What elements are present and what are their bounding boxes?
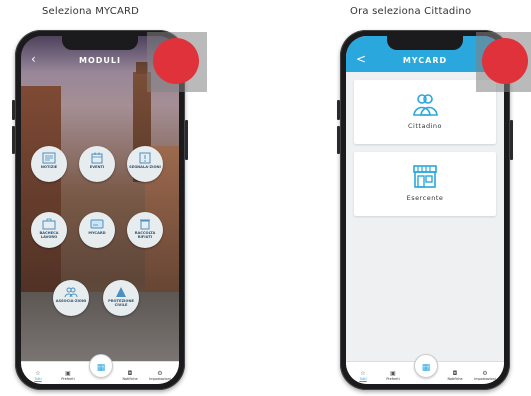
phone-mycard: < MYCARD Cittadino Esercente ☆ Tutti ▣ P… bbox=[337, 30, 531, 390]
module-label: ASSOCIA-ZIONI bbox=[55, 299, 87, 303]
module-label: SEGNALA-ZIONI bbox=[129, 165, 161, 169]
module-label: PROTEZIONE CIVILE bbox=[108, 299, 134, 308]
module-associazioni[interactable]: ASSOCIA-ZIONI bbox=[53, 280, 89, 316]
job-board-icon bbox=[42, 218, 56, 230]
module-label: NOTIZIE bbox=[40, 165, 58, 169]
grid-icon: ▦ bbox=[96, 363, 106, 373]
option-esercente[interactable]: Esercente bbox=[354, 152, 496, 216]
module-bacheca-lavoro[interactable]: BACHECA LAVORO bbox=[31, 212, 67, 248]
tab-preferiti[interactable]: ▣ Preferiti bbox=[380, 370, 406, 381]
module-notizie[interactable]: NOTIZIE bbox=[31, 146, 67, 182]
tap-marker-highlight bbox=[476, 32, 531, 92]
star-icon: ☆ bbox=[360, 370, 366, 377]
calendar-icon bbox=[91, 152, 103, 164]
tab-notifiche[interactable]: ◘ Notifiche bbox=[117, 370, 143, 381]
tab-impostazioni[interactable]: ⚙ Impostazioni bbox=[147, 370, 173, 381]
red-tap-dot bbox=[482, 38, 528, 84]
notification-icon: ◘ bbox=[452, 370, 458, 377]
home-grid-button[interactable]: ▦ bbox=[89, 354, 113, 378]
settings-icon: ⚙ bbox=[157, 370, 163, 377]
tab-tutti[interactable]: ☆ Tutti bbox=[25, 370, 51, 381]
module-eventi[interactable]: EVENTI bbox=[79, 146, 115, 182]
tab-notifiche[interactable]: ◘ Notifiche bbox=[442, 370, 468, 381]
red-tap-dot bbox=[153, 38, 199, 84]
bottom-tab-bar: ☆ Tutti ▣ Preferiti ▦ ◘ Notifiche ⚙ Impo… bbox=[346, 354, 504, 384]
step-2-caption: Ora seleziona Cittadino bbox=[350, 6, 472, 17]
module-mycard[interactable]: MYCARD bbox=[79, 212, 115, 248]
phone-moduli: ‹ MODULI NOTIZIE EVENTI SEGNALA-ZIONI BA… bbox=[12, 30, 207, 390]
star-icon: ☆ bbox=[35, 370, 41, 377]
option-label: Esercente bbox=[406, 194, 444, 202]
card-icon bbox=[90, 219, 104, 229]
waste-icon bbox=[140, 219, 150, 230]
home-grid-button[interactable]: ▦ bbox=[414, 354, 438, 378]
module-label: MYCARD bbox=[88, 231, 106, 235]
bookmark-icon: ▣ bbox=[390, 370, 396, 377]
module-label: BACHECA LAVORO bbox=[39, 231, 59, 240]
module-protezione-civile[interactable]: PROTEZIONE CIVILE bbox=[103, 280, 139, 316]
civil-protection-icon bbox=[116, 287, 126, 297]
option-cittadino[interactable]: Cittadino bbox=[354, 80, 496, 144]
module-raccolta-rifiuti[interactable]: RACCOLTA RIFIUTI bbox=[127, 212, 163, 248]
notification-icon: ◘ bbox=[127, 370, 133, 377]
module-segnalazioni[interactable]: SEGNALA-ZIONI bbox=[127, 146, 163, 182]
people-icon bbox=[64, 287, 78, 298]
step-1-caption: Seleziona MYCARD bbox=[42, 6, 140, 17]
report-icon bbox=[139, 152, 151, 164]
tab-preferiti[interactable]: ▣ Preferiti bbox=[55, 370, 81, 381]
tab-impostazioni[interactable]: ⚙ Impostazioni bbox=[472, 370, 498, 381]
module-label: EVENTI bbox=[89, 165, 105, 169]
option-label: Cittadino bbox=[408, 122, 442, 130]
tab-tutti[interactable]: ☆ Tutti bbox=[350, 370, 376, 381]
module-label: RACCOLTA RIFIUTI bbox=[134, 231, 156, 240]
bookmark-icon: ▣ bbox=[65, 370, 71, 377]
news-icon bbox=[42, 152, 56, 164]
settings-icon: ⚙ bbox=[482, 370, 488, 377]
bottom-tab-bar: ☆ Tutti ▣ Preferiti ▦ ◘ Notifiche ⚙ Impo… bbox=[21, 354, 179, 384]
grid-icon: ▦ bbox=[421, 363, 431, 373]
citizen-icon bbox=[413, 94, 438, 116]
shop-icon bbox=[413, 165, 437, 188]
tap-marker-highlight bbox=[147, 32, 207, 92]
